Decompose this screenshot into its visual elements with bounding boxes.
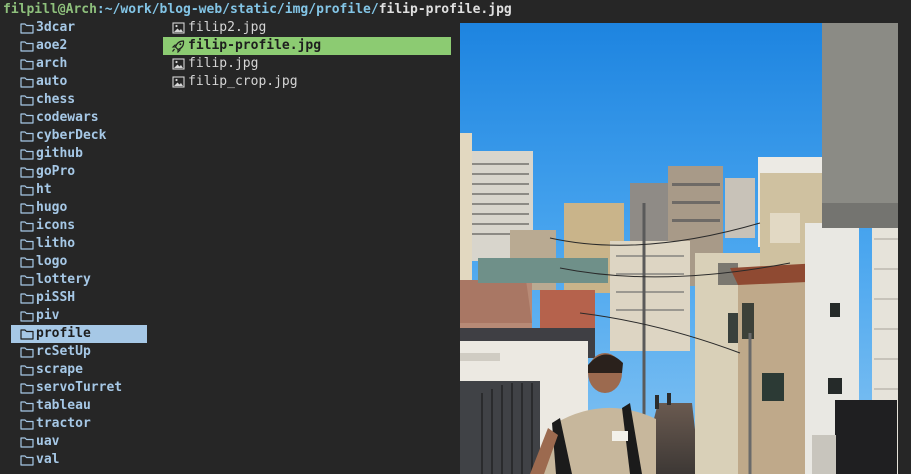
dir-item-label: 3dcar <box>36 20 76 35</box>
dir-item-profile[interactable]: profile <box>11 325 147 343</box>
file-item-label: filip-profile.jpg <box>188 38 322 53</box>
folder-icon <box>19 307 35 325</box>
dir-item-hugo[interactable]: hugo <box>11 199 147 217</box>
dir-item-litho[interactable]: litho <box>11 235 147 253</box>
dir-item-ht[interactable]: ht <box>11 181 147 199</box>
dir-item-label: uav <box>36 434 60 449</box>
dir-item-aoe2[interactable]: aoe2 <box>11 37 147 55</box>
folder-icon <box>19 379 35 397</box>
dir-item-label: piSSH <box>36 290 76 305</box>
title-user-host: filpill@Arch <box>3 2 97 17</box>
file-item-filip-jpg[interactable]: filip.jpg <box>163 55 451 73</box>
dir-item-tableau[interactable]: tableau <box>11 397 147 415</box>
dir-item-label: lottery <box>36 272 91 287</box>
dir-item-label: logo <box>36 254 68 269</box>
folder-icon <box>19 271 35 289</box>
dir-item-label: arch <box>36 56 68 71</box>
directory-list: 3dcar aoe2 arch auto chess codewars cyberDeck g… <box>11 19 147 469</box>
folder-icon <box>19 145 35 163</box>
dir-item-github[interactable]: github <box>11 145 147 163</box>
dir-item-3dcar[interactable]: 3dcar <box>11 19 147 37</box>
dir-item-label: val <box>36 452 60 467</box>
dir-item-gopro[interactable]: goPro <box>11 163 147 181</box>
dir-item-scrape[interactable]: scrape <box>11 361 147 379</box>
dir-item-label: hugo <box>36 200 68 215</box>
dir-item-label: scrape <box>36 362 83 377</box>
dir-item-codewars[interactable]: codewars <box>11 109 147 127</box>
file-item-label: filip2.jpg <box>188 20 267 35</box>
dir-item-piv[interactable]: piv <box>11 307 147 325</box>
file-item-label: filip.jpg <box>188 56 259 71</box>
file-item-filip-profile-jpg[interactable]: filip-profile.jpg <box>163 37 451 55</box>
file-list: filip2.jpg filip-profile.jpg filip.jpg fili… <box>163 19 451 91</box>
folder-icon <box>19 163 35 181</box>
dir-item-label: github <box>36 146 83 161</box>
folder-icon <box>19 397 35 415</box>
folder-icon <box>19 55 35 73</box>
dir-item-lottery[interactable]: lottery <box>11 271 147 289</box>
folder-icon <box>19 361 35 379</box>
folder-icon <box>19 325 35 343</box>
dir-item-uav[interactable]: uav <box>11 433 147 451</box>
dir-item-icons[interactable]: icons <box>11 217 147 235</box>
preview-photo <box>460 23 898 474</box>
dir-item-val[interactable]: val <box>11 451 147 469</box>
dir-item-arch[interactable]: arch <box>11 55 147 73</box>
folder-icon <box>19 199 35 217</box>
dir-item-label: codewars <box>36 110 99 125</box>
dir-item-pissh[interactable]: piSSH <box>11 289 147 307</box>
dir-item-label: goPro <box>36 164 76 179</box>
dir-item-label: aoe2 <box>36 38 68 53</box>
image-preview <box>460 23 898 474</box>
title-file: filip-profile.jpg <box>378 2 512 17</box>
dir-item-label: auto <box>36 74 68 89</box>
dir-item-label: chess <box>36 92 76 107</box>
folder-icon <box>19 253 35 271</box>
dir-item-label: servoTurret <box>36 380 123 395</box>
file-item-label: filip_crop.jpg <box>188 74 298 89</box>
folder-icon <box>19 217 35 235</box>
title-separator: : <box>96 2 105 17</box>
image-icon <box>170 55 186 73</box>
folder-icon <box>19 19 35 37</box>
dir-item-chess[interactable]: chess <box>11 91 147 109</box>
folder-icon <box>19 37 35 55</box>
dir-item-logo[interactable]: logo <box>11 253 147 271</box>
file-item-filip2-jpg[interactable]: filip2.jpg <box>163 19 451 37</box>
folder-icon <box>19 235 35 253</box>
dir-item-label: litho <box>36 236 76 251</box>
folder-icon <box>19 73 35 91</box>
dir-item-label: rcSetUp <box>36 344 91 359</box>
folder-icon <box>19 91 35 109</box>
image-icon <box>170 19 186 37</box>
dir-item-cyberdeck[interactable]: cyberDeck <box>11 127 147 145</box>
file-item-filip-crop-jpg[interactable]: filip_crop.jpg <box>163 73 451 91</box>
image-icon <box>170 73 186 91</box>
folder-icon <box>19 451 35 469</box>
terminal-title: filpill@Arch:~/work/blog-web/static/img/… <box>3 1 512 19</box>
dir-item-tractor[interactable]: tractor <box>11 415 147 433</box>
folder-icon <box>19 127 35 145</box>
dir-item-label: cyberDeck <box>36 128 107 143</box>
folder-icon <box>19 181 35 199</box>
title-path: ~/work/blog-web/static/img/profile/ <box>104 2 379 17</box>
folder-icon <box>19 415 35 433</box>
dir-item-label: profile <box>36 326 91 341</box>
folder-icon <box>19 433 35 451</box>
dir-item-label: icons <box>36 218 76 233</box>
dir-item-rcsetup[interactable]: rcSetUp <box>11 343 147 361</box>
dir-item-label: ht <box>36 182 52 197</box>
dir-item-auto[interactable]: auto <box>11 73 147 91</box>
folder-icon <box>19 343 35 361</box>
dir-item-label: tractor <box>36 416 91 431</box>
dir-item-label: tableau <box>36 398 91 413</box>
dir-item-servoturret[interactable]: servoTurret <box>11 379 147 397</box>
dir-item-label: piv <box>36 308 60 323</box>
folder-icon <box>19 109 35 127</box>
rocket-icon <box>170 37 186 55</box>
folder-icon <box>19 289 35 307</box>
